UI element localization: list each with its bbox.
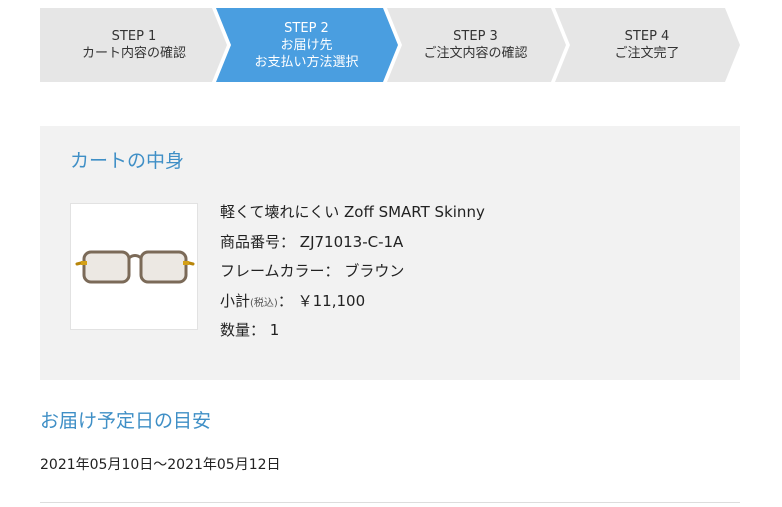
step-4: STEP 4 ご注文完了 <box>562 8 732 82</box>
cart-panel: カートの中身 軽くて壊れにくい Zoff SMART Skinny 商品番号： … <box>40 126 740 380</box>
step-2-number: STEP 2 <box>284 20 329 36</box>
step-2-label-line1: お届け先 <box>280 37 333 53</box>
step-3-number: STEP 3 <box>453 29 498 44</box>
step-1-label: カート内容の確認 <box>81 46 186 61</box>
step-1: STEP 1 カート内容の確認 <box>48 8 220 82</box>
checkout-steps: STEP 1 カート内容の確認 STEP 2 お届け先 お支払い方法選択 STE… <box>40 8 740 82</box>
subtotal-row: 小計(税込)： ￥11,100 <box>220 287 485 317</box>
subtotal-value: ￥11,100 <box>297 291 366 310</box>
eyeglasses-icon <box>75 250 195 284</box>
product-code-value: ZJ71013-C-1A <box>299 232 404 251</box>
subtotal-label: 小計 <box>220 291 251 310</box>
product-details: 軽くて壊れにくい Zoff SMART Skinny 商品番号： ZJ71013… <box>220 198 485 346</box>
quantity-label: 数量： <box>220 321 266 339</box>
cart-title: カートの中身 <box>70 150 185 172</box>
frame-color-label: フレームカラー： <box>220 262 340 280</box>
step-2-label-line2: お支払い方法選択 <box>254 54 359 70</box>
step-1-number: STEP 1 <box>111 29 157 44</box>
product-image <box>70 203 198 330</box>
product-code-label: 商品番号： <box>220 232 296 251</box>
step-4-number: STEP 4 <box>624 29 670 44</box>
frame-color-value: ブラウン <box>344 262 405 280</box>
subtotal-separator: ： <box>277 291 293 310</box>
tax-included-note: (税込) <box>250 297 278 309</box>
section-divider <box>40 502 740 503</box>
step-3: STEP 3 ご注文内容の確認 <box>392 8 559 82</box>
delivery-estimate-dates: 2021年05月10日～2021年05月12日 <box>40 457 281 473</box>
product-code-row: 商品番号： ZJ71013-C-1A <box>220 228 485 258</box>
product-name: 軽くて壊れにくい Zoff SMART Skinny <box>220 203 485 221</box>
step-2: STEP 2 お届け先 お支払い方法選択 <box>223 8 390 82</box>
frame-color-row: フレームカラー： ブラウン <box>220 257 485 287</box>
step-4-label: ご注文完了 <box>614 46 680 61</box>
quantity-value: 1 <box>269 321 280 339</box>
step-3-label: ご注文内容の確認 <box>423 46 528 61</box>
quantity-row: 数量： 1 <box>220 316 485 346</box>
delivery-estimate-title: お届け予定日の目安 <box>40 410 212 432</box>
